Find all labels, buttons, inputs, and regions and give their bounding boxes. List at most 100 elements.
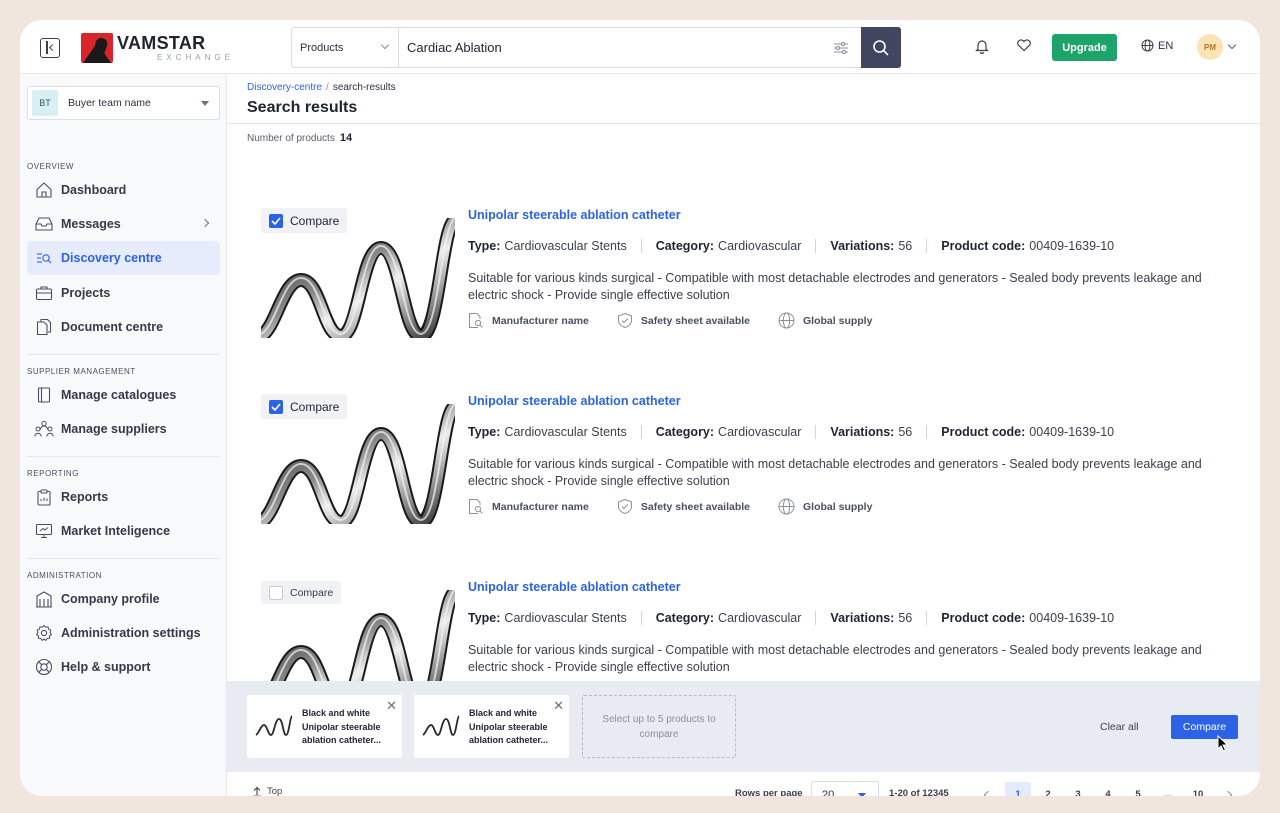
team-selector[interactable]: BT Buyer team name (27, 86, 220, 120)
manufacturer-icon (469, 499, 483, 514)
sidebar-item-label: Market Inteligence (61, 524, 171, 538)
close-icon[interactable]: ✕ (553, 699, 564, 712)
product-thumbnail (422, 715, 460, 736)
sidebar-item-messages[interactable]: Messages (27, 207, 220, 241)
page-button[interactable]: 10 (1185, 782, 1211, 796)
compare-label: Compare (290, 213, 340, 228)
product-code-label: Product code: (941, 239, 1026, 253)
manufacturer-icon (469, 313, 483, 328)
page-button[interactable]: 1 (1005, 782, 1031, 796)
team-badge: BT (32, 90, 58, 116)
page-button[interactable]: 2 (1035, 782, 1061, 796)
type-value: Cardiovascular Stents (504, 239, 627, 253)
type-value: Cardiovascular Stents (504, 425, 627, 439)
compare-label: Compare (290, 586, 334, 599)
search-input[interactable] (399, 28, 821, 67)
feature-manufacturer: Manufacturer name (468, 312, 589, 329)
search-button[interactable] (861, 27, 901, 68)
close-icon[interactable]: ✕ (386, 699, 397, 712)
feature-safety-sheet: Safety sheet available (617, 312, 750, 329)
results-range: 1-20 of 12345 (889, 788, 949, 796)
sidebar-item-discovery[interactable]: Discovery centre (27, 241, 220, 275)
pager: 1 2 3 4 5 ... 10 (975, 782, 1245, 796)
rows-per-page-select[interactable]: 20 (811, 781, 879, 796)
globe-icon (1141, 39, 1154, 52)
help-icon (34, 657, 54, 677)
sidebar-item-label: Help & support (61, 660, 151, 674)
language-label: EN (1158, 39, 1174, 52)
pagination-bar: Top Rows per page 20 1-20 of 12345 1 2 3… (227, 772, 1260, 796)
feature-label: Global supply (803, 314, 873, 327)
section-administration: ADMINISTRATION (27, 571, 102, 580)
divider (227, 123, 1260, 124)
product-title[interactable]: Unipolar steerable ablation catheter (468, 394, 681, 408)
sidebar-item-label: Manage catalogues (61, 388, 177, 402)
sidebar-item-suppliers[interactable]: Manage suppliers (27, 412, 220, 446)
sidebar-item-label: Reports (61, 490, 109, 504)
sidebar-item-administration-settings[interactable]: Administration settings (27, 616, 220, 650)
sidebar-item-reports[interactable]: Reports (27, 480, 220, 514)
type-label: Type: (468, 611, 501, 625)
sidebar-item-projects[interactable]: Projects (27, 276, 220, 310)
product-title[interactable]: Unipolar steerable ablation catheter (468, 580, 681, 594)
feature-label: Manufacturer name (492, 314, 589, 327)
search-type-select[interactable]: Products (292, 28, 399, 67)
variations-label: Variations: (830, 239, 895, 253)
product-title[interactable]: Unipolar steerable ablation catheter (468, 208, 681, 222)
product-description: Suitable for various kinds surgical - Co… (468, 457, 1202, 488)
sidebar-item-market-intelligence[interactable]: Market Inteligence (27, 514, 220, 548)
chevron-down-icon[interactable] (1227, 40, 1237, 50)
bell-icon[interactable] (975, 38, 989, 59)
prev-page-icon[interactable] (975, 782, 1001, 796)
product-features: Manufacturer name Safety sheet available… (468, 312, 900, 329)
clear-all-button[interactable]: Clear all (1100, 721, 1139, 733)
sidebar-item-catalogues[interactable]: Manage catalogues (27, 378, 220, 412)
product-code-label: Product code: (941, 611, 1026, 625)
breadcrumb-link[interactable]: Discovery-centre (247, 82, 322, 93)
rows-per-page-label: Rows per page (735, 788, 803, 796)
sidebar-item-dashboard[interactable]: Dashboard (27, 173, 220, 207)
discovery-icon (34, 248, 54, 268)
next-page-icon[interactable] (1215, 782, 1241, 796)
product-features: Manufacturer name Safety sheet available… (468, 498, 900, 515)
document-icon (34, 317, 54, 337)
feature-global-supply: Global supply (778, 498, 872, 515)
sidebar-item-documents[interactable]: Document centre (27, 310, 220, 344)
projects-icon (34, 283, 54, 303)
compare-checkbox[interactable]: Compare (261, 394, 348, 419)
brand-subtitle: EXCHANGE (157, 53, 234, 62)
reports-icon (34, 487, 54, 507)
avatar[interactable]: PM (1197, 34, 1223, 60)
logo[interactable]: VAMSTAR EXCHANGE (81, 32, 234, 64)
heart-icon[interactable] (1016, 38, 1032, 57)
category-label: Category: (655, 611, 715, 625)
sidebar-item-help-support[interactable]: Help & support (27, 650, 220, 684)
feature-label: Manufacturer name (492, 500, 589, 513)
variations-label: Variations: (830, 611, 895, 625)
compare-checkbox[interactable]: Compare (261, 208, 348, 233)
category-label: Category: (655, 425, 715, 439)
filter-icon[interactable] (821, 28, 861, 67)
breadcrumb-current: search-results (332, 82, 396, 93)
search-type-label: Products (300, 41, 344, 54)
suppliers-icon (34, 419, 54, 439)
variations-value: 56 (898, 425, 913, 439)
divider (27, 456, 220, 457)
compare-empty-slot: Select up to 5 products to compare (582, 695, 736, 758)
page-button[interactable]: 4 (1095, 782, 1121, 796)
divider (27, 558, 220, 559)
back-to-top-link[interactable]: Top (252, 786, 282, 796)
feature-manufacturer: Manufacturer name (468, 498, 589, 515)
sidebar-collapse-icon[interactable] (40, 38, 60, 58)
checkbox-checked-icon (269, 213, 283, 228)
upgrade-button[interactable]: Upgrade (1052, 34, 1117, 61)
sidebar-item-label: Document centre (61, 320, 164, 334)
language-selector[interactable]: EN (1141, 39, 1173, 52)
compare-checkbox[interactable]: Compare (261, 581, 342, 604)
category-label: Category: (655, 239, 715, 253)
sidebar-item-company-profile[interactable]: Company profile (27, 582, 220, 616)
page-button[interactable]: 5 (1125, 782, 1151, 796)
sidebar: BT Buyer team name OVERVIEW Dashboard Me… (20, 74, 227, 796)
rows-per-page-value: 20 (822, 788, 835, 797)
page-button[interactable]: 3 (1065, 782, 1091, 796)
